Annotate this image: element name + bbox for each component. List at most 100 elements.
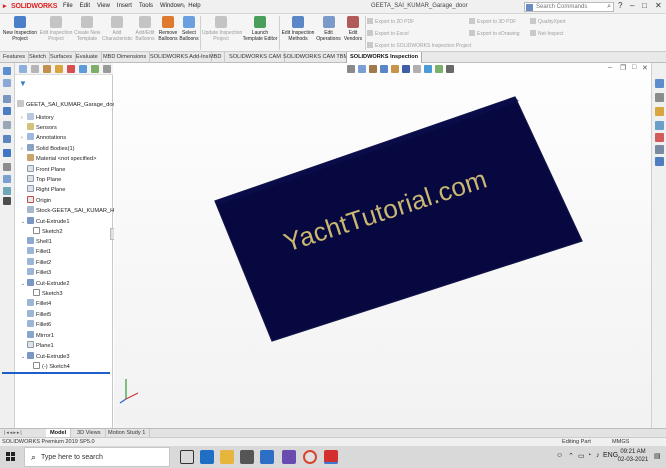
forum-icon[interactable] bbox=[655, 157, 664, 166]
tree-item-front-plane[interactable]: Front Plane bbox=[21, 165, 65, 175]
units-selector[interactable]: MMGS bbox=[612, 439, 629, 445]
menu-view[interactable]: View bbox=[97, 3, 110, 9]
export-edrawing-button[interactable]: Export to eDrawing bbox=[469, 30, 520, 37]
pin-icon[interactable]: ✎ bbox=[180, 2, 186, 10]
task-view-icon[interactable] bbox=[180, 450, 194, 464]
view-icon[interactable] bbox=[3, 79, 11, 87]
launch-template-editor-button[interactable]: Launch Template Editor bbox=[242, 16, 278, 42]
menu-help[interactable]: Help bbox=[188, 3, 200, 9]
qualityxpert-button[interactable]: QualityXpert bbox=[530, 18, 566, 25]
export-2d-pdf-button[interactable]: Export to 2D PDF bbox=[367, 18, 414, 25]
create-new-template-button[interactable]: Create New Template bbox=[74, 16, 100, 42]
add-characteristic-button[interactable]: Add Characteristic bbox=[102, 16, 133, 42]
cam-feature-icon[interactable] bbox=[79, 65, 87, 73]
add-edit-balloons-button[interactable]: Add/Edit Balloons bbox=[133, 16, 157, 42]
tree-item-origin[interactable]: Origin bbox=[21, 196, 51, 206]
tab-surfaces[interactable]: Surfaces bbox=[47, 52, 77, 63]
tree-item-solid-bodies[interactable]: › Solid Bodies(1) bbox=[21, 144, 75, 154]
tree-item-cut-extrude3[interactable]: ⌄ Cut-Extrude3 bbox=[21, 352, 70, 362]
tab-evaluate[interactable]: Evaluate bbox=[73, 52, 102, 63]
tab-solidworks-inspection[interactable]: SOLIDWORKS Inspection bbox=[346, 52, 423, 63]
tab-features[interactable]: Features bbox=[0, 52, 30, 63]
new-inspection-project-button[interactable]: New Inspection Project bbox=[2, 16, 38, 42]
tree-item-history[interactable]: › History bbox=[21, 113, 54, 123]
file-explorer-icon[interactable] bbox=[220, 450, 234, 464]
view-palette-icon[interactable] bbox=[655, 121, 664, 130]
sketch-icon[interactable] bbox=[3, 95, 11, 103]
curve-icon[interactable] bbox=[3, 175, 11, 183]
menu-window[interactable]: Window bbox=[160, 3, 181, 9]
volume-icon[interactable]: ♪ bbox=[596, 452, 600, 459]
export-inspection-project-button[interactable]: Export to SOLIDWORKS Inspection Project bbox=[367, 42, 471, 49]
tree-item-cut-extrude2[interactable]: ⌄ Cut-Extrude2 bbox=[21, 279, 70, 289]
people-icon[interactable]: ☺ bbox=[556, 452, 563, 459]
tree-item-sketch2[interactable]: Sketch2 bbox=[33, 227, 63, 237]
chevron-up-icon[interactable]: ⌃ bbox=[568, 452, 574, 460]
search-scope-icon[interactable] bbox=[526, 4, 533, 11]
notifications-icon[interactable]: ▤ bbox=[654, 452, 661, 460]
menu-insert[interactable]: Insert bbox=[117, 3, 132, 9]
edit-vendors-button[interactable]: Edit Vendors bbox=[342, 16, 364, 42]
edit-inspection-project-button[interactable]: Edit Inspection Project bbox=[38, 16, 74, 42]
view-orientation-icon[interactable] bbox=[391, 65, 399, 73]
tree-item-plane1[interactable]: Plane1 bbox=[21, 341, 54, 351]
tree-root[interactable]: GEETA_SAI_KUMAR_Garage_door bbox=[17, 100, 118, 110]
tree-item-top-plane[interactable]: Top Plane bbox=[21, 175, 61, 185]
scene-icon[interactable] bbox=[435, 65, 443, 73]
media-icon[interactable] bbox=[282, 450, 296, 464]
view-settings-icon[interactable] bbox=[446, 65, 454, 73]
design-library-icon[interactable] bbox=[655, 93, 664, 102]
close-button[interactable]: ✕ bbox=[655, 1, 662, 10]
tab-solidworks-cam-tbm[interactable]: SOLIDWORKS CAM TBM bbox=[280, 52, 353, 63]
tab-mbd-dimensions[interactable]: MBD Dimensions bbox=[100, 52, 151, 63]
tree-item-sensors[interactable]: Sensors bbox=[21, 123, 57, 133]
filter-icon[interactable]: ▼ bbox=[19, 79, 27, 88]
previous-view-icon[interactable] bbox=[369, 65, 377, 73]
menu-tools[interactable]: Tools bbox=[139, 3, 153, 9]
feature-tree-icon[interactable] bbox=[19, 65, 27, 73]
tree-item-material[interactable]: Material <not specified> bbox=[21, 154, 96, 164]
graphics-area[interactable]: – ❐ □ ✕ YachtTutorial.com bbox=[114, 63, 651, 428]
tree-item-right-plane[interactable]: Right Plane bbox=[21, 185, 65, 195]
part-icon[interactable] bbox=[3, 67, 11, 75]
mail-icon[interactable] bbox=[260, 450, 274, 464]
menu-file[interactable]: File bbox=[63, 3, 73, 9]
tree-item-fillet2[interactable]: Fillet2 bbox=[21, 258, 51, 268]
viewport-restore-icon[interactable]: ❐ bbox=[620, 64, 626, 72]
hide-show-icon[interactable] bbox=[413, 65, 421, 73]
appearance-icon[interactable] bbox=[424, 65, 432, 73]
tree-item-fillet6[interactable]: Fillet6 bbox=[21, 320, 51, 330]
edit-operations-button[interactable]: Edit Operations bbox=[316, 16, 341, 42]
viewport-close-icon[interactable]: ✕ bbox=[642, 64, 648, 72]
tree-item-stock[interactable]: Stock-GEETA_SAI_KUMAR_HULL1 bbox=[21, 206, 128, 216]
select-balloons-button[interactable]: Select Balloons bbox=[179, 16, 199, 42]
file-explorer-icon[interactable] bbox=[655, 107, 664, 116]
edge-icon[interactable] bbox=[200, 450, 214, 464]
surface-icon[interactable] bbox=[3, 187, 11, 195]
tree-item-cut-extrude1[interactable]: ⌄ Cut-Extrude1 bbox=[21, 217, 70, 227]
zoom-area-icon[interactable] bbox=[358, 65, 366, 73]
tab-scroll-arrows-icon[interactable]: |◂◂▸▸| bbox=[4, 430, 23, 436]
solidworks-resources-icon[interactable] bbox=[655, 79, 664, 88]
section-view-icon[interactable] bbox=[380, 65, 388, 73]
tree-item-shell1[interactable]: Shell1 bbox=[21, 237, 52, 247]
tree-item-fillet4[interactable]: Fillet4 bbox=[21, 299, 51, 309]
measure-icon[interactable] bbox=[3, 149, 11, 157]
update-inspection-project-button[interactable]: Update Inspection Project bbox=[202, 16, 242, 42]
menu-edit[interactable]: Edit bbox=[80, 3, 90, 9]
minimize-button[interactable]: – bbox=[630, 1, 634, 10]
solidworks-taskbar-icon[interactable] bbox=[324, 450, 338, 464]
taskbar-search-box[interactable]: ⌕ Type here to search bbox=[24, 447, 170, 467]
chrome-icon[interactable] bbox=[303, 450, 317, 464]
mold-icon[interactable] bbox=[3, 197, 11, 205]
tree-item-sketch3[interactable]: Sketch3 bbox=[33, 289, 63, 299]
help-icon[interactable]: ? bbox=[618, 1, 622, 10]
tree-item-fillet5[interactable]: Fillet5 bbox=[21, 310, 51, 320]
feature-icon[interactable] bbox=[3, 107, 11, 115]
tree-item-fillet1[interactable]: Fillet1 bbox=[21, 247, 51, 257]
store-icon[interactable] bbox=[240, 450, 254, 464]
remove-balloons-button[interactable]: Remove Balloons bbox=[157, 16, 179, 42]
maximize-button[interactable]: □ bbox=[642, 1, 647, 10]
rollback-bar[interactable] bbox=[2, 372, 110, 374]
export-excel-button[interactable]: Export to Excel bbox=[367, 30, 409, 37]
